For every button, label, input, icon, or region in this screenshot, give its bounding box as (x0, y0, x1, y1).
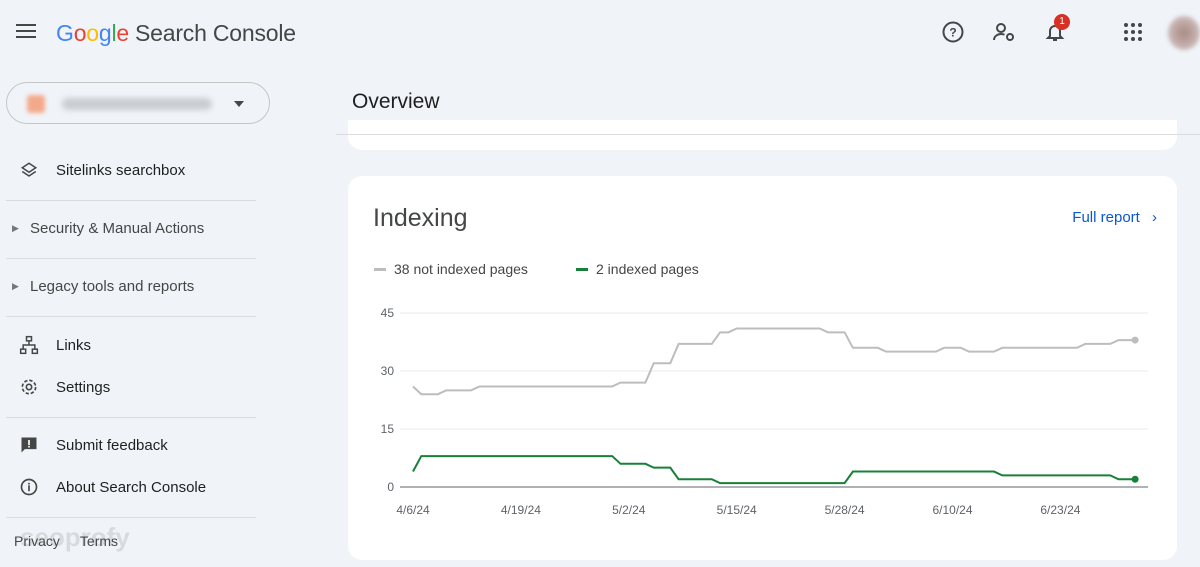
y-tick-label: 45 (381, 306, 395, 320)
header-divider (336, 134, 1200, 135)
property-url-blurred (62, 98, 212, 110)
product-name: Search Console (135, 20, 296, 46)
series-line-indexed (412, 455, 1136, 485)
sidebar-item-settings[interactable]: Settings (0, 367, 256, 407)
caret-right-icon: ▶ (12, 222, 19, 233)
manage-users-icon[interactable] (992, 20, 1016, 44)
sidebar-section-legacy[interactable]: ▶ Legacy tools and reports (0, 266, 256, 306)
divider (6, 258, 256, 259)
notification-badge: 1 (1054, 14, 1070, 30)
x-tick-label: 4/6/24 (396, 503, 430, 517)
property-favicon (27, 95, 45, 113)
divider (6, 200, 256, 201)
sidebar-item-submit-feedback[interactable]: Submit feedback (0, 425, 256, 465)
x-tick-label: 6/10/24 (932, 503, 972, 517)
layers-icon (0, 161, 56, 179)
sidebar-item-label: Submit feedback (56, 436, 168, 454)
x-tick-label: 5/28/24 (825, 503, 865, 517)
sidebar-footer: Privacy Terms (14, 533, 138, 549)
series-end-point (1131, 336, 1139, 344)
x-tick-label: 6/23/24 (1040, 503, 1080, 517)
sitemap-icon (0, 335, 56, 355)
sidebar-item-label: Security & Manual Actions (30, 219, 205, 237)
google-logo: Google (56, 20, 129, 46)
sidebar-item-label: Legacy tools and reports (30, 277, 195, 295)
divider (6, 517, 256, 518)
sidebar-item-links[interactable]: Links (0, 325, 256, 365)
sidebar-item-label: Links (56, 336, 92, 354)
app-header: Google Search Console ? 1 (0, 0, 1200, 66)
avatar[interactable] (1168, 16, 1200, 50)
sidebar-item-about[interactable]: About Search Console (0, 467, 256, 507)
sidebar-section-security[interactable]: ▶ Security & Manual Actions (0, 208, 256, 248)
help-icon[interactable]: ? (941, 20, 965, 44)
sidebar-item-label: Sitelinks searchbox (56, 161, 186, 179)
apps-icon[interactable] (1121, 20, 1145, 44)
x-tick-label: 5/2/24 (612, 503, 646, 517)
previous-card (348, 120, 1177, 150)
privacy-link[interactable]: Privacy (14, 533, 60, 549)
menu-icon[interactable] (16, 24, 36, 38)
y-tick-label: 0 (387, 480, 394, 494)
series-line-not-indexed (412, 327, 1136, 396)
terms-link[interactable]: Terms (80, 533, 118, 549)
chevron-down-icon (234, 101, 244, 107)
caret-right-icon: ▶ (12, 280, 19, 291)
series-end-point (1131, 475, 1139, 483)
svg-text:?: ? (949, 26, 956, 40)
feedback-icon (0, 435, 56, 455)
y-tick-label: 30 (381, 364, 395, 378)
property-selector[interactable] (6, 82, 270, 124)
divider (6, 316, 256, 317)
gear-icon (0, 377, 56, 397)
logo[interactable]: Google Search Console (56, 20, 296, 47)
sidebar-item-label: Settings (56, 378, 111, 396)
page-title: Overview (352, 90, 440, 113)
y-tick-label: 15 (381, 422, 395, 436)
sidebar-item-label: About Search Console (56, 478, 207, 496)
x-tick-label: 5/15/24 (717, 503, 757, 517)
sidebar-item-sitelinks-searchbox[interactable]: Sitelinks searchbox (0, 150, 256, 190)
indexing-card: Indexing Full report › 38 not indexed pa… (348, 176, 1177, 560)
indexing-chart: 0 15 30 45 4/6/24 4/19/24 5/2/24 5/15/24 5/28/24… (381, 306, 1148, 517)
info-icon (0, 477, 56, 497)
divider (6, 417, 256, 418)
x-tick-label: 4/19/24 (501, 503, 541, 517)
